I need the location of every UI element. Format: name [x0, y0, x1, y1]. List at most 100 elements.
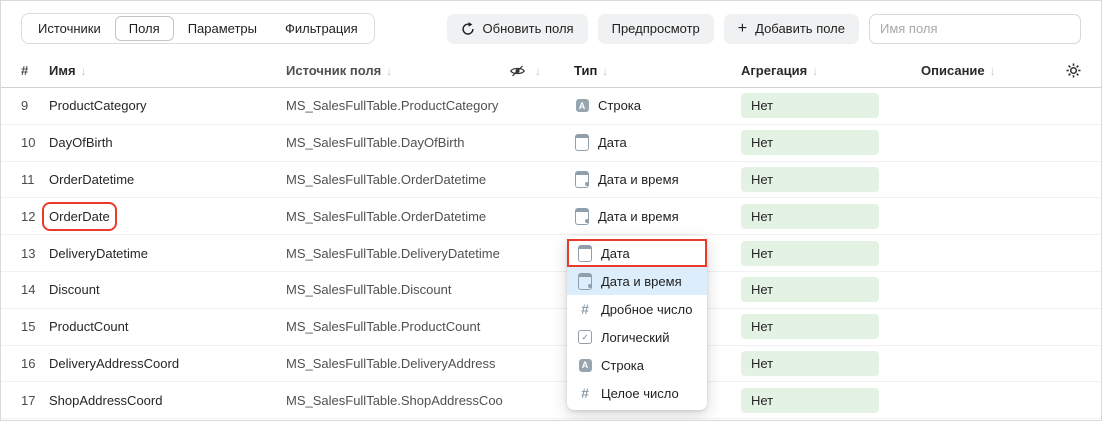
row-index: 15: [21, 319, 49, 334]
tab[interactable]: Фильтрация: [271, 16, 372, 41]
field-name-cell[interactable]: DeliveryDatetime: [49, 246, 286, 261]
field-name-search-input[interactable]: [869, 14, 1081, 44]
field-name: OrderDatetime: [49, 172, 134, 187]
aggregation-badge[interactable]: Нет: [741, 314, 879, 339]
type-option-label: Логический: [601, 330, 669, 345]
table-row[interactable]: 13 DeliveryDatetime MS_SalesFullTable.De…: [1, 235, 1101, 272]
field-name-cell[interactable]: DayOfBirth: [49, 135, 286, 150]
aggregation-badge[interactable]: Нет: [741, 388, 879, 413]
sort-down-icon: [386, 64, 392, 78]
add-field-label: Добавить поле: [755, 21, 845, 36]
toolbar-actions: Обновить поля Предпросмотр Добавить поле: [447, 14, 1081, 44]
tab-label: Параметры: [188, 21, 257, 36]
type-option[interactable]: Строка: [567, 351, 707, 379]
table-row[interactable]: 11 OrderDatetime MS_SalesFullTable.Order…: [1, 162, 1101, 199]
type-icon: [574, 135, 590, 151]
type-option-icon: [577, 357, 593, 373]
field-name-cell[interactable]: DeliveryAddressCoord: [49, 356, 286, 371]
tab[interactable]: Поля: [115, 16, 174, 41]
aggregation-badge[interactable]: Нет: [741, 130, 879, 155]
aggregation-badge[interactable]: Нет: [741, 277, 879, 302]
aggregation-badge[interactable]: Нет: [741, 241, 879, 266]
gear-icon: [1066, 63, 1081, 78]
column-header-type-label: Тип: [574, 63, 597, 78]
field-type-select[interactable]: Дата и время: [574, 171, 741, 187]
field-name: DeliveryAddressCoord: [49, 356, 179, 371]
type-option-icon: [577, 329, 593, 345]
dataset-fields-editor: Источники Поля Параметры Фильтрация Обно…: [0, 0, 1102, 421]
field-source: MS_SalesFullTable.DayOfBirth: [286, 135, 509, 150]
preview-button[interactable]: Предпросмотр: [598, 14, 714, 44]
tab-label: Источники: [38, 21, 101, 36]
aggregation-cell[interactable]: Нет: [741, 167, 921, 192]
aggregation-badge[interactable]: Нет: [741, 93, 879, 118]
aggregation-cell[interactable]: Нет: [741, 388, 921, 413]
type-dropdown: Дата Дата и время Дробное число Логическ…: [567, 236, 707, 410]
row-index: 9: [21, 98, 49, 113]
column-header-visibility[interactable]: [509, 63, 574, 79]
aggregation-cell[interactable]: Нет: [741, 93, 921, 118]
aggregation-cell[interactable]: Нет: [741, 314, 921, 339]
field-name-cell[interactable]: OrderDate: [49, 209, 286, 224]
row-index: 16: [21, 356, 49, 371]
aggregation-cell[interactable]: Нет: [741, 277, 921, 302]
type-icon: [574, 98, 590, 114]
aggregation-badge[interactable]: Нет: [741, 204, 879, 229]
type-option-icon: [577, 245, 593, 261]
column-header-name[interactable]: Имя: [49, 63, 286, 78]
aggregation-badge[interactable]: Нет: [741, 167, 879, 192]
table-row[interactable]: 10 DayOfBirth MS_SalesFullTable.DayOfBir…: [1, 125, 1101, 162]
type-option[interactable]: Логический: [567, 323, 707, 351]
type-option[interactable]: Целое число: [567, 379, 707, 407]
column-header-source[interactable]: Источник поля: [286, 63, 509, 78]
aggregation-badge[interactable]: Нет: [741, 351, 879, 376]
type-icon: [574, 171, 590, 187]
field-source: MS_SalesFullTable.ProductCount: [286, 319, 509, 334]
type-option-label: Дата и время: [601, 274, 682, 289]
table-row[interactable]: 17 ShopAddressCoord MS_SalesFullTable.Sh…: [1, 382, 1101, 419]
column-header-aggregation[interactable]: Агрегация: [741, 63, 921, 78]
field-name-cell[interactable]: Discount: [49, 282, 286, 297]
type-option-label: Дата: [601, 246, 630, 261]
table-row[interactable]: 12 OrderDate MS_SalesFullTable.OrderDate…: [1, 198, 1101, 235]
field-source: MS_SalesFullTable.DeliveryDatetime: [286, 246, 509, 261]
field-type-select[interactable]: Дата и время: [574, 208, 741, 224]
table-row[interactable]: 15 ProductCount MS_SalesFullTable.Produc…: [1, 309, 1101, 346]
field-name: DeliveryDatetime: [49, 246, 148, 261]
type-option-icon: [577, 273, 593, 289]
aggregation-cell[interactable]: Нет: [741, 241, 921, 266]
field-name-cell[interactable]: OrderDatetime: [49, 172, 286, 187]
toolbar: Источники Поля Параметры Фильтрация Обно…: [1, 1, 1101, 54]
field-type-select[interactable]: Строка: [574, 98, 741, 114]
field-type-select[interactable]: Дата: [574, 135, 741, 151]
tab-group: Источники Поля Параметры Фильтрация: [21, 13, 375, 44]
field-name-cell[interactable]: ProductCategory: [49, 98, 286, 113]
field-name-cell[interactable]: ProductCount: [49, 319, 286, 334]
field-source: MS_SalesFullTable.OrderDatetime: [286, 172, 509, 187]
table-row[interactable]: 16 DeliveryAddressCoord MS_SalesFullTabl…: [1, 346, 1101, 383]
type-option-label: Целое число: [601, 386, 679, 401]
table-body: 9 ProductCategory MS_SalesFullTable.Prod…: [1, 88, 1101, 419]
table-settings-button[interactable]: [1061, 63, 1081, 78]
type-option[interactable]: Дата: [567, 239, 707, 267]
field-name-cell[interactable]: ShopAddressCoord: [49, 393, 286, 408]
aggregation-cell[interactable]: Нет: [741, 351, 921, 376]
tab[interactable]: Параметры: [174, 16, 271, 41]
field-source: MS_SalesFullTable.OrderDatetime: [286, 209, 509, 224]
table-row[interactable]: 14 Discount MS_SalesFullTable.Discount Н…: [1, 272, 1101, 309]
field-source: MS_SalesFullTable.ShopAddressCoo: [286, 393, 509, 408]
aggregation-cell[interactable]: Нет: [741, 130, 921, 155]
type-option[interactable]: Дата и время: [567, 267, 707, 295]
type-label: Дата: [598, 135, 627, 150]
column-header-type[interactable]: Тип: [574, 63, 741, 78]
type-option[interactable]: Дробное число: [567, 295, 707, 323]
tab-label: Фильтрация: [285, 21, 358, 36]
refresh-fields-button[interactable]: Обновить поля: [447, 14, 588, 44]
column-header-description[interactable]: Описание: [921, 63, 1061, 78]
tab[interactable]: Источники: [24, 16, 115, 41]
row-index: 12: [21, 209, 49, 224]
add-field-button[interactable]: Добавить поле: [724, 14, 859, 44]
aggregation-cell[interactable]: Нет: [741, 204, 921, 229]
type-label: Строка: [598, 98, 641, 113]
table-row[interactable]: 9 ProductCategory MS_SalesFullTable.Prod…: [1, 88, 1101, 125]
